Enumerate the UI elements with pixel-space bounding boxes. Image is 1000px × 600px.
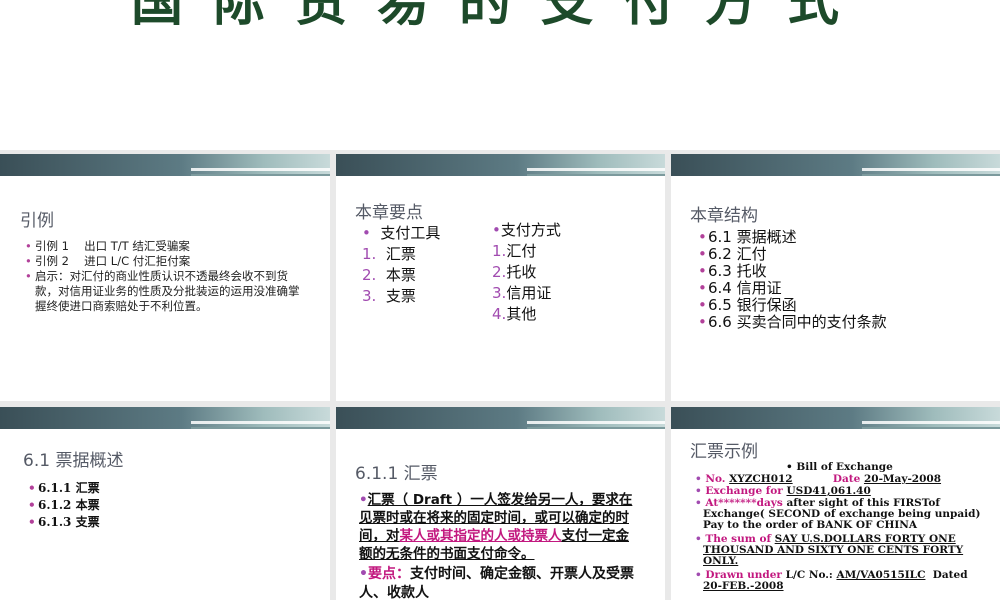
slide-header-bar <box>0 154 330 176</box>
list-item: • 6.3 托收 <box>698 262 767 280</box>
list-item: 1.汇付 <box>492 242 537 260</box>
list-item: • 6.6 买卖合同中的支付条款 <box>698 313 887 331</box>
list-item: 2.托收 <box>492 263 537 281</box>
bill-line-sum: • The sum of SAY U.S.DOLLARS FORTY ONE T… <box>695 533 964 567</box>
slide-bullet-list: • 引例 1 出口 T/T 结汇受骗案 • 引例 2 进口 L/C 付汇拒付案 • 启… <box>25 239 310 314</box>
slide-thumbnail-3[interactable]: 本章结构 • 6.1 票据概述 • 6.2 汇付 • 6.3 托收 • 6.4 信用证 … <box>671 154 1000 401</box>
slide-thumbnail-1[interactable]: 引例 • 引例 1 出口 T/T 结汇受骗案 • 引例 2 进口 L/C 付汇拒付案… <box>0 154 330 401</box>
bill-example: • No. XYZCH012 Date 20-May-2008 • Exchan… <box>695 474 985 592</box>
slide-title: 本章结构 <box>690 206 758 226</box>
slide-thumbnail-6[interactable]: 汇票示例 • Bill of Exchange • No. XYZCH012 D… <box>671 407 1000 600</box>
list-item: • 6.1.1 汇票 <box>28 481 100 495</box>
key-points: •要点：支付时间、确定金额、开票人及受票人、收款人 <box>359 566 634 600</box>
bill-line-drawn: • Drawn under L/C No.: AM/VA0515ILC Date… <box>695 569 968 592</box>
slide-header-bar <box>671 154 1000 176</box>
list-item: • 6.5 银行保函 <box>698 296 797 314</box>
draft-definition: •汇票（ Draft ）一人签发给另一人，要求在见票时或在将来的固定时间，或可以… <box>359 492 633 562</box>
list-item: 3.信用证 <box>492 284 552 302</box>
list-item: 4.其他 <box>492 305 537 323</box>
list-item: • 启示：对汇付的商业性质认识不透最终会收不到货款，对信用证业务的性质及分批装运的… <box>25 269 300 313</box>
page-title: 国际贸易的支付方式 <box>130 0 869 33</box>
bill-line-no: • No. XYZCH012 Date 20-May-2008 <box>695 473 942 485</box>
slide-title: 6.1.1 汇票 <box>355 464 438 484</box>
slide-header-bar <box>0 407 330 429</box>
slide-header-bar <box>336 154 665 176</box>
bill-line-exchange: • Exchange for USD41,061.40 <box>695 485 871 497</box>
list-item: • 6.1.2 本票 <box>28 498 100 512</box>
bill-heading: • Bill of Exchange <box>786 461 893 473</box>
list-item: 1. 汇票 <box>362 245 416 263</box>
slide-title: 6.1 票据概述 <box>23 451 124 471</box>
slide-title: 汇票示例 <box>690 442 758 462</box>
list-item: • 6.1 票据概述 <box>698 228 797 246</box>
ways-list: •支付方式 1.汇付 2.托收 3.信用证 4.其他 <box>492 220 642 325</box>
list-item: • 6.1.3 支票 <box>28 515 100 529</box>
slide-header-bar <box>671 407 1000 429</box>
list-item: • 引例 1 出口 T/T 结汇受骗案 <box>25 239 190 253</box>
list-item: 3. 支票 <box>362 287 416 305</box>
bill-line-at: • At*******days after sight of this FIRS… <box>695 497 981 531</box>
slide-thumbnail-5[interactable]: 6.1.1 汇票 •汇票（ Draft ）一人签发给另一人，要求在见票时或在将来… <box>336 407 665 600</box>
list-item: • 6.2 汇付 <box>698 245 767 263</box>
list-item: • 引例 2 进口 L/C 付汇拒付案 <box>25 254 191 268</box>
list-item: 2. 本票 <box>362 266 416 284</box>
slide-thumbnail-2[interactable]: 本章要点 • 支付工具 1. 汇票 2. 本票 3. 支票 •支付方式 1.汇付… <box>336 154 665 401</box>
list-item: • 6.4 信用证 <box>698 279 782 297</box>
slide-title: 引例 <box>20 211 54 231</box>
slide-thumbnail-4[interactable]: 6.1 票据概述 • 6.1.1 汇票 • 6.1.2 本票 • 6.1.3 支票 <box>0 407 330 600</box>
chapter-structure-list: • 6.1 票据概述 • 6.2 汇付 • 6.3 托收 • 6.4 信用证 • 6.5 … <box>698 229 887 331</box>
tools-list: • 支付工具 1. 汇票 2. 本票 3. 支票 <box>362 223 492 307</box>
slide-header-bar <box>336 407 665 429</box>
slide-bullet-list: • 6.1.1 汇票 • 6.1.2 本票 • 6.1.3 支票 <box>28 480 100 531</box>
slide-title: 本章要点 <box>355 203 423 223</box>
